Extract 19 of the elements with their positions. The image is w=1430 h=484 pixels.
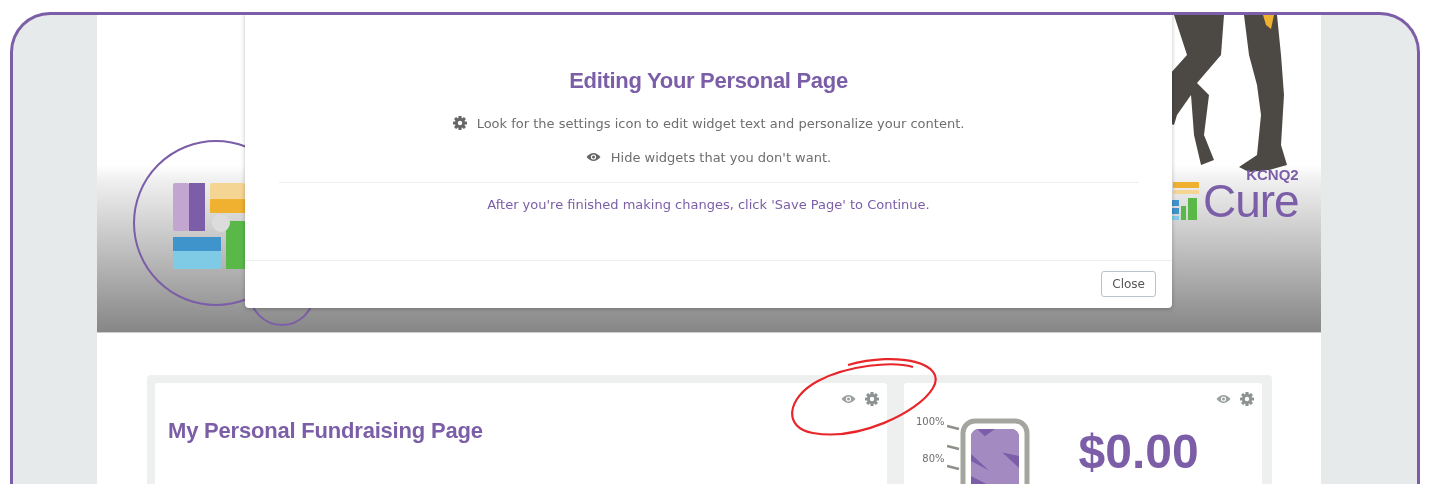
hide-widget-icon[interactable] <box>1216 394 1231 404</box>
tip-text: Hide widgets that you don't want. <box>610 149 832 165</box>
logo-text: Cure <box>1203 182 1299 220</box>
widget-title: My Personal Fundraising Page <box>168 418 483 444</box>
hide-widget-icon[interactable] <box>841 394 856 404</box>
settings-icon[interactable] <box>865 392 879 406</box>
close-button[interactable]: Close <box>1101 271 1156 297</box>
settings-icon <box>452 116 467 130</box>
scale-label: 80% <box>922 453 945 464</box>
logo-text: KCNQ2 <box>1246 168 1299 182</box>
eye-icon <box>585 152 601 162</box>
settings-icon[interactable] <box>1240 392 1254 406</box>
save-instruction: After you're finished making changes, click 'Save Page' to Continue. <box>487 197 930 212</box>
puzzle-logo-icon <box>173 183 245 269</box>
tip-text: Look for the settings icon to edit widget text and personalize your content. <box>476 115 965 131</box>
amount-raised: $0.00 <box>1078 424 1199 479</box>
modal-title: Editing Your Personal Page <box>569 68 848 94</box>
scale-label: 100% <box>916 416 945 427</box>
bars-logo-icon <box>1169 182 1201 220</box>
